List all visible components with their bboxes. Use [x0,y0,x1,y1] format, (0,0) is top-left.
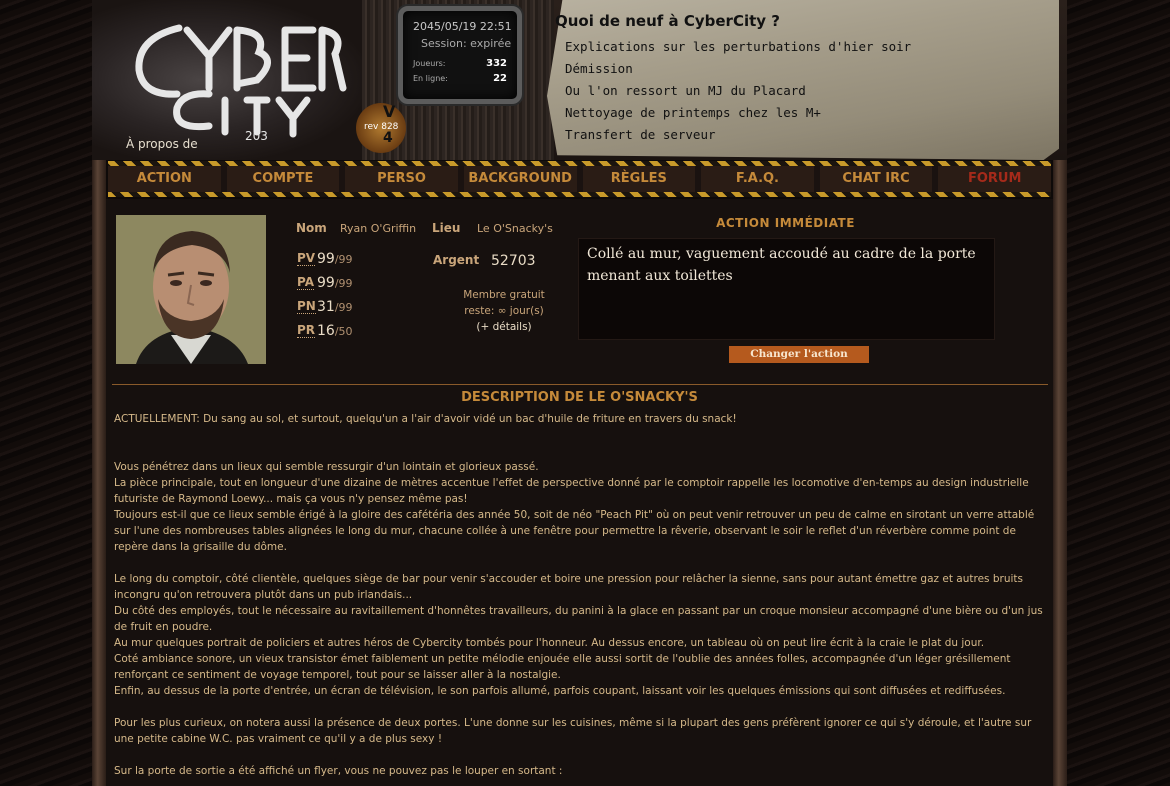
description-paragraph: Pour les plus curieux, on notera aussi l… [114,717,1032,745]
name-label: Nom [296,221,327,235]
stat-pr-value: 16 [317,323,335,339]
description-paragraph: Vous pénétrez dans un lieux qui semble r… [114,461,539,473]
action-text: Collé au mur, vaguement accoudé au cadre… [587,246,976,284]
description-paragraph [114,747,1044,763]
description-paragraph: ACTUELLEMENT: Du sang au sol, et surtout… [114,413,737,425]
server-datetime: 2045/05/19 22:51 [413,20,512,33]
stat-pr-label: PR [297,323,316,338]
session-status: Session: expirée [421,37,512,50]
logo-area: 203 À propos de [92,0,362,160]
players-count: 332 [486,58,507,69]
description-paragraph [114,699,1044,715]
news-item[interactable]: Explications sur les perturbations d'hie… [565,36,911,58]
right-border [1067,0,1170,786]
stat-pr-max: /50 [334,325,353,338]
character-location: Le O'Snacky's [477,222,553,235]
description-paragraph: Du côté des employés, tout le nécessaire… [114,605,1043,633]
description-paragraph: La pièce principale, tout en longueur d'… [114,477,1029,505]
description-paragraph [114,427,1044,443]
nav-bar: ACTION COMPTE PERSO BACKGROUND RÈGLES F.… [108,166,1051,192]
news-title: Quoi de neuf à CyberCity ? [555,12,780,30]
character-portrait[interactable] [116,215,266,364]
description-paragraph: Sur la porte de sortie a été affiché un … [114,765,563,777]
nav-faq[interactable]: F.A.Q. [701,166,820,192]
stat-pa-label: PA [297,275,314,290]
nav-compte[interactable]: COMPTE [227,166,346,192]
location-label: Lieu [432,221,461,235]
stat-pr: 16/50 [317,323,353,339]
news-list: Explications sur les perturbations d'hie… [565,36,911,146]
description-text: ACTUELLEMENT: Du sang au sol, et surtout… [114,411,1044,779]
stat-pn-max: /99 [334,301,353,314]
nav-forum[interactable]: FORUM [938,166,1051,192]
nav-action[interactable]: ACTION [108,166,227,192]
details-link[interactable]: (+ détails) [424,321,584,333]
action-text-box[interactable]: Collé au mur, vaguement accoudé au cadre… [578,238,995,340]
version-badge-number: 4 [383,130,393,146]
description-paragraph: Coté ambiance sonore, un vieux transisto… [114,653,1011,681]
character-name: Ryan O'Griffin [340,222,417,235]
money-value: 52703 [491,253,536,269]
money-label: Argent [433,253,480,267]
news-item[interactable]: Ou l'on ressort un MJ du Placard [565,80,911,102]
action-title: ACTION IMMÉDIATE [716,216,855,230]
description-paragraph: Au mur quelques portrait de policiers et… [114,637,985,649]
stat-pa-value: 99 [317,275,335,291]
online-count: 22 [493,73,507,84]
nav-perso[interactable]: PERSO [345,166,464,192]
description-paragraph: Enfin, au dessus de la porte d'entrée, u… [114,685,1006,697]
stat-pv-max: /99 [334,253,353,266]
players-row: Joueurs: 332 [413,58,509,69]
description-title: DESCRIPTION DE LE O'SNACKY'S [461,390,698,405]
description-paragraph [114,555,1044,571]
divider [112,384,1048,385]
online-label: En ligne: [413,74,448,83]
revision-label: rev 828 [364,122,399,132]
players-label: Joueurs: [413,59,446,68]
left-border [0,0,92,786]
membership-remaining: reste: ∞ jour(s) [464,305,544,317]
about-link[interactable]: À propos de [126,137,198,151]
online-row: En ligne: 22 [413,73,509,84]
description-paragraph: Le long du comptoir, côté clientèle, que… [114,573,1023,601]
stat-pv-label: PV [297,251,316,266]
membership-status: Membre gratuit [463,289,545,301]
nav-regles[interactable]: RÈGLES [583,166,702,192]
cybercity-logo[interactable]: 203 [117,8,347,143]
news-item[interactable]: Transfert de serveur [565,124,911,146]
stat-pa: 99/99 [317,275,353,291]
change-action-button[interactable]: Changer l'action [729,346,869,363]
news-item[interactable]: Nettoyage de printemps chez les M+ [565,102,911,124]
stat-pa-max: /99 [334,277,353,290]
logo-year: 203 [245,129,268,143]
stat-pn: 31/99 [317,299,353,315]
version-badge-v: V [383,102,396,121]
description-paragraph [114,443,1044,459]
stat-pn-label: PN [297,299,316,314]
header: 203 À propos de 2045/05/19 22:51 Session… [92,0,1067,160]
description-paragraph: Toujours est-il que ce lieux semble érig… [114,509,1035,553]
portrait-image [116,215,266,364]
nav-chat-irc[interactable]: CHAT IRC [820,166,939,192]
stat-pv-value: 99 [317,251,335,267]
stat-pn-value: 31 [317,299,335,315]
main-content: Nom Ryan O'Griffin Lieu Le O'Snacky's PV… [106,199,1053,786]
news-item[interactable]: Démission [565,58,911,80]
main-nav: ACTION COMPTE PERSO BACKGROUND RÈGLES F.… [108,161,1051,197]
nav-background[interactable]: BACKGROUND [464,166,583,192]
stat-pv: 99/99 [317,251,353,267]
status-monitor: 2045/05/19 22:51 Session: expirée Joueur… [398,6,522,104]
